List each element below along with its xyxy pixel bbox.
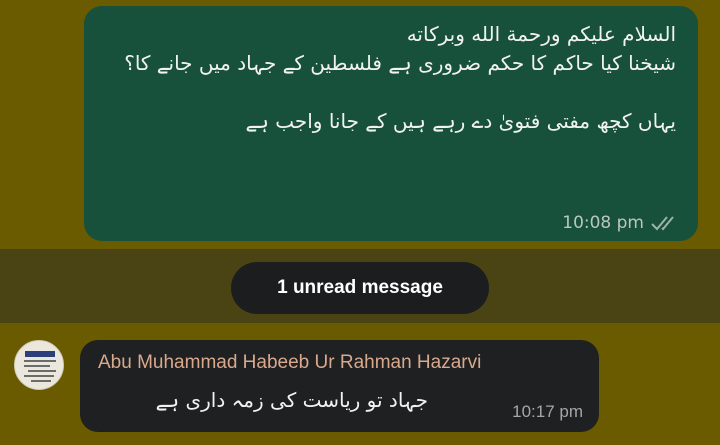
message-line: شیخنا کیا حاکم کا حکم ضروری ہے فلسطین کے… xyxy=(124,51,676,75)
message-line: السلام علیکم ورحمة الله وبركاته xyxy=(406,22,676,46)
outgoing-message-bubble[interactable]: السلام علیکم ورحمة الله وبركاته شیخنا کی… xyxy=(84,6,698,241)
unread-messages-label: 1 unread message xyxy=(277,277,443,298)
outgoing-message-meta: 10:08 pm xyxy=(562,213,680,233)
unread-messages-badge: 1 unread message xyxy=(231,262,489,314)
message-time: 10:08 pm xyxy=(562,213,644,233)
incoming-message-text: جہاد تو ریاست کی زمہ داری ہے xyxy=(155,388,428,412)
message-time: 10:17 pm xyxy=(512,402,583,421)
sender-name[interactable]: Abu Muhammad Habeeb Ur Rahman Hazarvi xyxy=(98,352,481,374)
outgoing-message-text: السلام علیکم ورحمة الله وبركاته شیخنا کی… xyxy=(96,20,676,136)
incoming-message-bubble[interactable]: Abu Muhammad Habeeb Ur Rahman Hazarvi جہ… xyxy=(80,340,599,432)
avatar-image[interactable] xyxy=(14,340,64,390)
message-line: یہاں کچھ مفتی فتویٰ دے رہے ہیں کے جانا و… xyxy=(245,109,676,133)
double-check-icon xyxy=(651,216,674,231)
avatar-graphic xyxy=(15,341,63,389)
